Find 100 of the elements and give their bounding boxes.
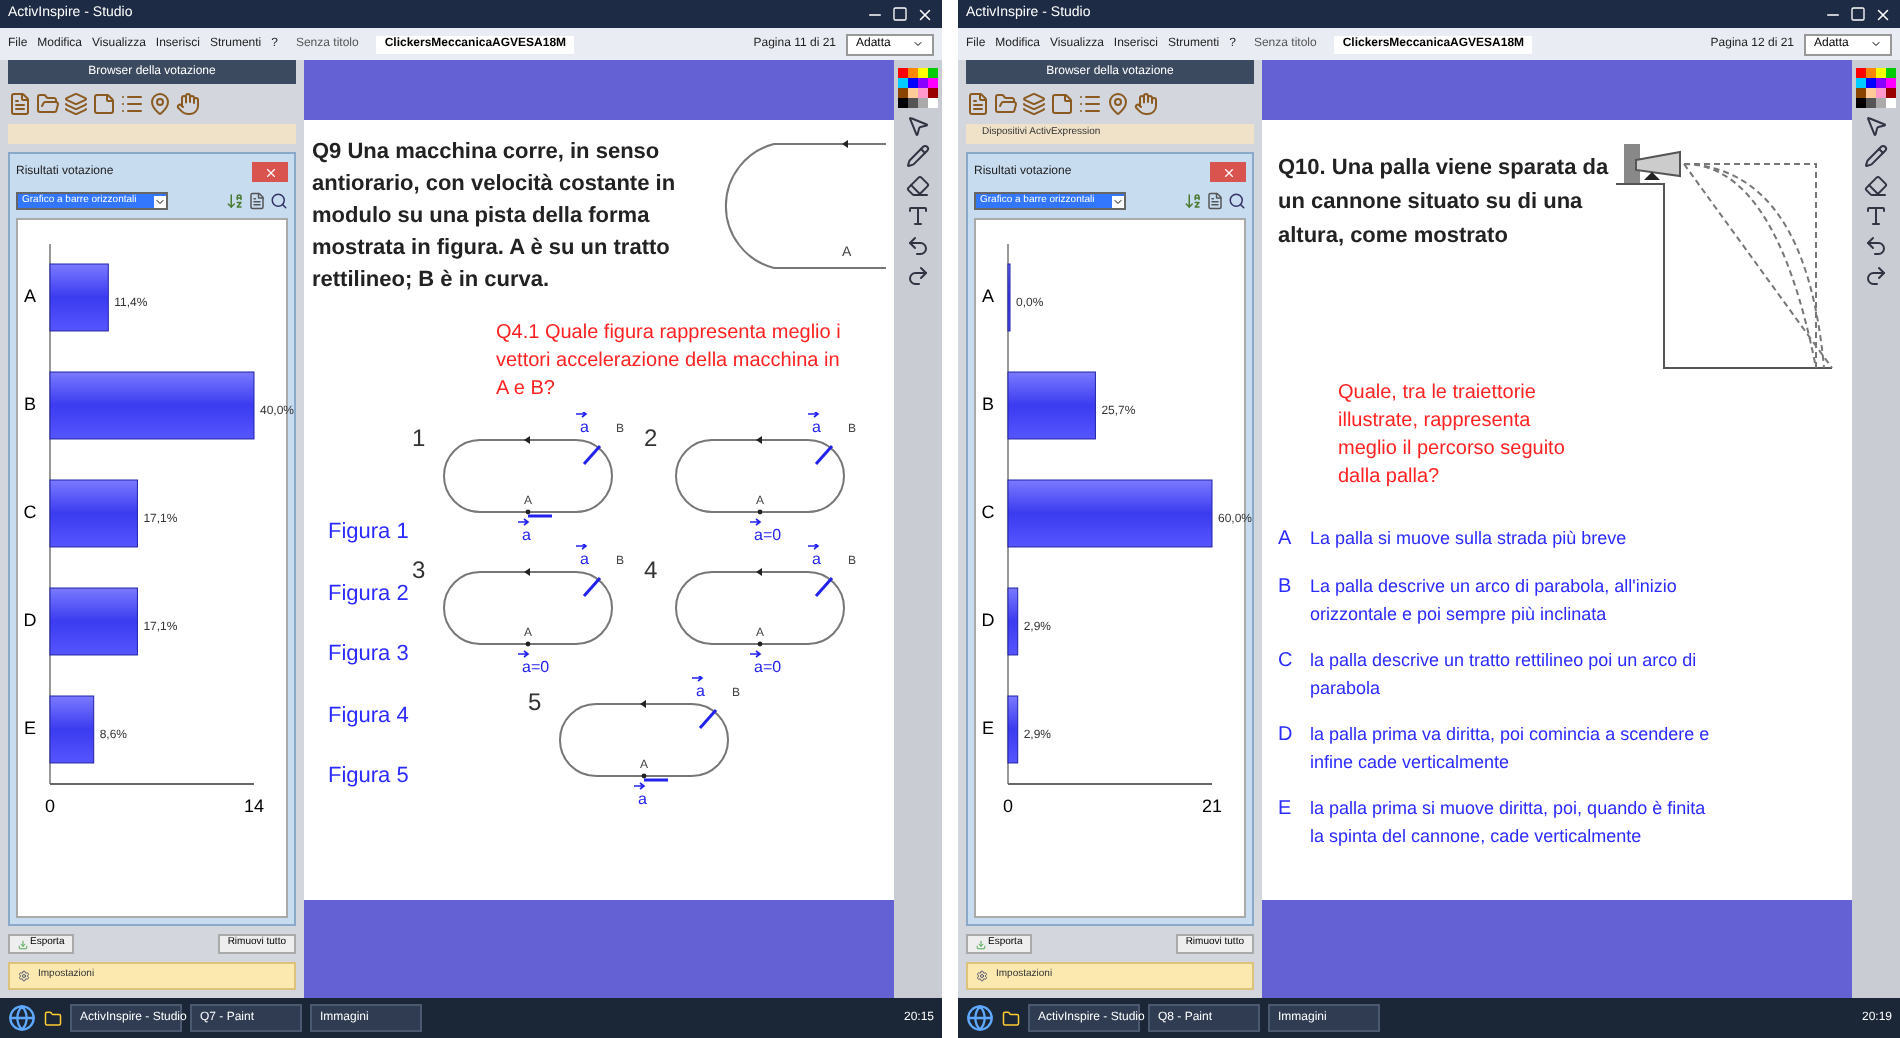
document-icon[interactable]	[1206, 192, 1224, 210]
option-letter: D	[1278, 722, 1294, 750]
option-text: La palla si muove sulla strada più breve	[1310, 526, 1629, 552]
option-text: La palla descrive un arco di parabola, all'inizio orizzontale e poi sempre più inclinata	[1310, 574, 1679, 628]
vector-label: a=0	[749, 650, 782, 676]
sort-icon[interactable]	[1184, 192, 1202, 210]
vector-label: a	[517, 518, 531, 544]
redo-icon[interactable]	[906, 264, 930, 288]
figure-option: Figura 2	[328, 577, 412, 610]
close-icon	[1221, 165, 1235, 179]
question-text: Q10. Una palla viene sparata da un cannone situato su di una altura, come mostrato	[1278, 154, 1611, 252]
option-text: la palla prima si muove diritta, poi, quando è finita la spinta del cannone, cade verticalmente	[1310, 796, 1708, 850]
option-letter: C	[1278, 648, 1294, 676]
option-text: la palla prima va diritta, poi comincia a scendere e infine cade verticalmente	[1310, 722, 1710, 776]
bar	[1007, 587, 1019, 656]
vector-label: a	[575, 544, 589, 568]
vector-label: a	[807, 544, 821, 568]
pointer-icon[interactable]	[1864, 114, 1888, 138]
bar	[49, 479, 138, 548]
pencil-icon[interactable]	[1864, 144, 1888, 168]
layers-icon[interactable]	[1022, 92, 1046, 116]
bar	[49, 263, 109, 332]
option-text: la palla descrive un tratto rettilineo poi un arco di parabola	[1310, 648, 1699, 702]
settings-icon	[18, 970, 30, 982]
close-icon[interactable]	[916, 5, 934, 23]
start-icon[interactable]	[966, 1004, 994, 1032]
tick-label: 0	[1003, 796, 1013, 816]
sort-icon[interactable]	[226, 192, 244, 210]
figure-number: 5	[528, 686, 544, 720]
pin-icon[interactable]	[1106, 92, 1130, 116]
figure-number: 2	[644, 422, 660, 456]
figure-option: Figura 4	[328, 699, 412, 732]
category-label: D	[23, 610, 37, 630]
eraser-icon[interactable]	[906, 174, 930, 198]
search-icon[interactable]	[270, 192, 288, 210]
note-icon[interactable]	[1050, 92, 1074, 116]
text-icon[interactable]	[1864, 204, 1888, 228]
figure-option: Figura 5	[328, 760, 412, 793]
option-letter: B	[1278, 574, 1294, 602]
color-palette-drawing[interactable]	[1856, 68, 1896, 108]
category-label: D	[981, 610, 995, 630]
close-button[interactable]	[252, 162, 288, 182]
undo-icon[interactable]	[906, 234, 930, 258]
caret-icon	[154, 195, 166, 207]
tick-label: 14	[244, 796, 264, 816]
search-icon[interactable]	[1228, 192, 1246, 210]
close-icon	[263, 165, 277, 179]
category-label: A	[982, 286, 994, 306]
vector-label: a	[575, 412, 589, 436]
color-palette-drawing[interactable]	[898, 68, 938, 108]
option-letter: E	[1278, 796, 1294, 824]
close-icon[interactable]	[1874, 5, 1892, 23]
redo-icon[interactable]	[1864, 264, 1888, 288]
hand-icon[interactable]	[176, 92, 200, 116]
vector-label: a	[691, 676, 705, 700]
bar	[1007, 695, 1019, 764]
vector-label: a=0	[749, 518, 782, 544]
settings-icon	[976, 970, 988, 982]
figure-number: 3	[412, 554, 428, 588]
document-icon[interactable]	[248, 192, 266, 210]
note-icon[interactable]	[92, 92, 116, 116]
tick-label: 21	[1202, 796, 1222, 816]
category-label: A	[24, 286, 36, 306]
option-letter: A	[1278, 526, 1294, 554]
vector-label: a=0	[517, 650, 550, 676]
category-label: C	[23, 502, 37, 522]
start-icon[interactable]	[8, 1004, 36, 1032]
question-text: Q9 Una macchina corre, in senso antiorario, con velocità costante in modulo su una pista della forma mostrata in figura. A è su un tratto rettilineo; B è in curva.	[312, 138, 678, 296]
category-label: E	[24, 718, 36, 738]
layers-icon[interactable]	[64, 92, 88, 116]
download-icon	[976, 939, 986, 949]
figure-number: 4	[644, 554, 660, 588]
pencil-icon[interactable]	[906, 144, 930, 168]
caret-icon	[912, 38, 924, 50]
category-label: B	[24, 394, 36, 414]
category-label: E	[982, 718, 994, 738]
text-icon[interactable]	[906, 204, 930, 228]
document-icon[interactable]	[8, 92, 32, 116]
download-icon	[18, 939, 28, 949]
figure-number: 1	[412, 422, 428, 456]
pointer-icon[interactable]	[906, 114, 930, 138]
tick-label: 0	[45, 796, 55, 816]
category-label: B	[982, 394, 994, 414]
category-label: C	[981, 502, 995, 522]
eraser-icon[interactable]	[1864, 174, 1888, 198]
vector-label: a	[807, 412, 821, 436]
undo-icon[interactable]	[1864, 234, 1888, 258]
hand-icon[interactable]	[1134, 92, 1158, 116]
prompt-text: Q4.1 Quale figura rappresenta meglio i vettori accelerazione della macchina in A e B?	[496, 320, 843, 404]
close-button[interactable]	[1210, 162, 1246, 182]
document-icon[interactable]	[966, 92, 990, 116]
maximize-icon[interactable]	[1850, 5, 1866, 21]
figure-option: Figura 3	[328, 638, 412, 671]
bar	[1007, 371, 1096, 440]
caret-icon	[1112, 195, 1124, 207]
bar	[49, 587, 138, 656]
maximize-icon[interactable]	[892, 5, 908, 21]
figure-option: Figura 1	[328, 516, 412, 549]
pin-icon[interactable]	[148, 92, 172, 116]
vector-label: a	[633, 782, 647, 808]
